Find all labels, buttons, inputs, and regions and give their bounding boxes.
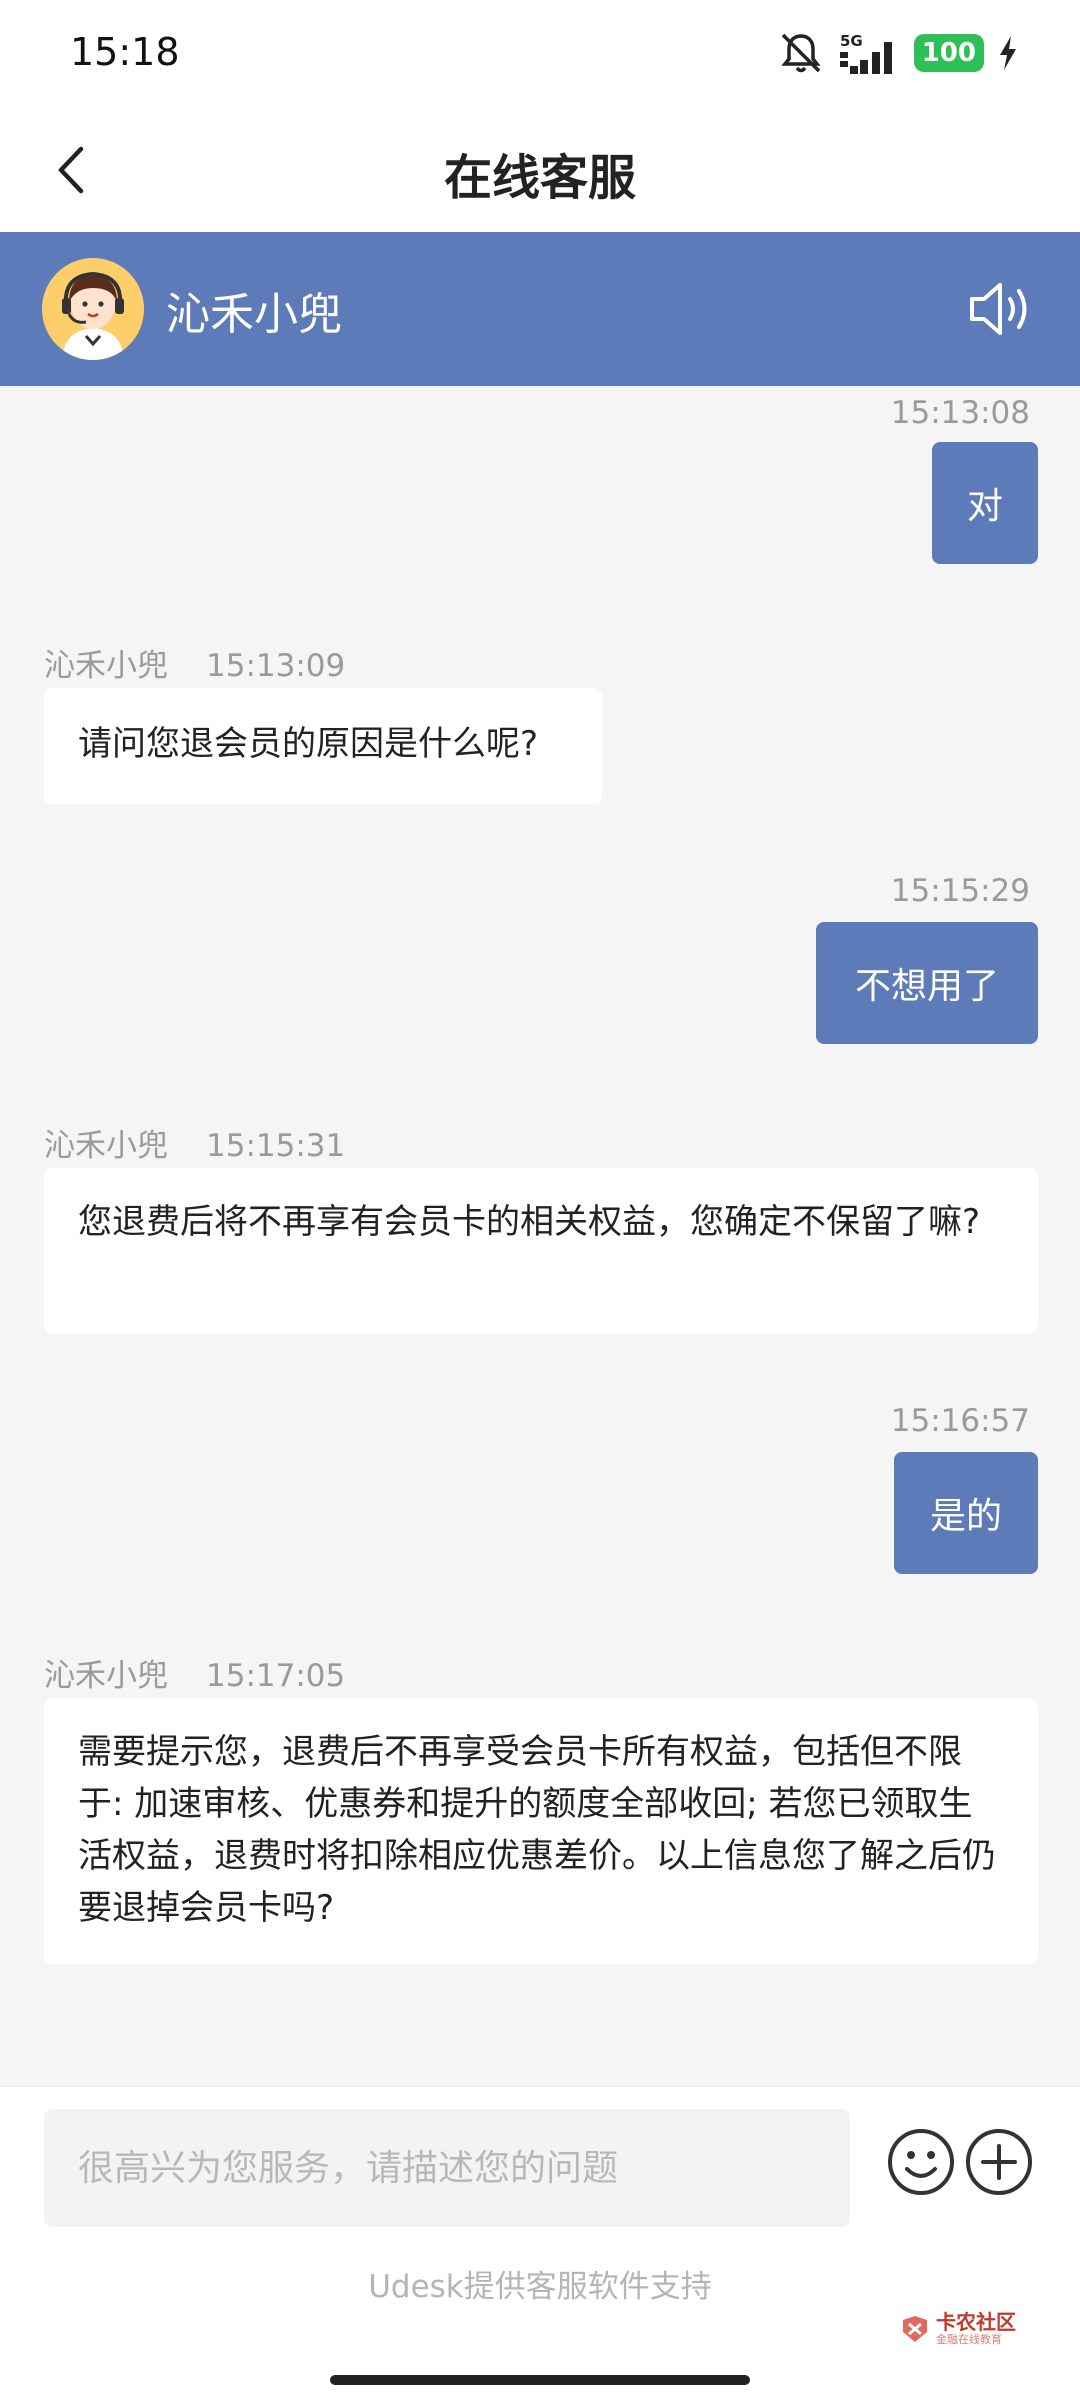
agent-message-name: 沁禾小兜 <box>44 1658 168 1694</box>
agent-name: 沁禾小兜 <box>166 289 342 340</box>
message-time: 15:13:09 <box>206 648 346 684</box>
emoji-icon <box>888 2129 954 2195</box>
agent-message-meta: 沁禾小兜 15:15:31 <box>44 1120 345 1165</box>
message-time: 15:15:31 <box>206 1128 346 1164</box>
signal-icon: 5G <box>839 32 892 74</box>
message-time: 15:13:08 <box>890 395 1030 431</box>
speaker-icon <box>970 283 1027 335</box>
agent-avatar-icon <box>42 258 144 360</box>
input-area: Udesk提供客服软件支持 卡农社区 金融在线教育 <box>0 2086 1080 2400</box>
footer-note: Udesk提供客服软件支持 <box>368 2269 712 2305</box>
more-options-button[interactable] <box>964 2127 1034 2197</box>
agent-avatar <box>42 258 144 360</box>
charging-bolt-icon <box>1000 36 1016 70</box>
message-time: 15:15:29 <box>890 873 1030 909</box>
emoji-button[interactable] <box>886 2127 956 2197</box>
status-icons: 5G 100 <box>778 30 1018 76</box>
status-bar: 15:18 5G 100 <box>0 0 1080 108</box>
bell-off-icon <box>781 33 821 73</box>
agent-message-meta: 沁禾小兜 15:13:09 <box>44 640 345 685</box>
speaker-button[interactable] <box>966 274 1036 344</box>
watermark-sub-text: 金融在线教育 <box>936 2333 1002 2346</box>
agent-header: 沁禾小兜 <box>0 232 1080 386</box>
agent-message-bubble: 需要提示您，退费后不再享受会员卡所有权益，包括但不限于: 加速审核、优惠券和提升… <box>44 1698 1038 1964</box>
message-time: 15:16:57 <box>890 1403 1030 1439</box>
battery-indicator: 100 <box>913 34 984 72</box>
agent-message-meta: 沁禾小兜 15:17:05 <box>44 1650 345 1695</box>
watermark: 卡农社区 金融在线教育 <box>900 2311 1016 2347</box>
watermark-logo-icon <box>903 2316 927 2342</box>
plus-icon <box>966 2129 1032 2195</box>
user-message-bubble: 对 <box>932 442 1038 564</box>
message-input[interactable] <box>44 2109 850 2227</box>
agent-message-bubble: 您退费后将不再享有会员卡的相关权益，您确定不保留了嘛? <box>44 1168 1038 1334</box>
page-title: 在线客服 <box>443 150 636 206</box>
agent-message-bubble: 请问您退会员的原因是什么呢? <box>44 688 602 804</box>
message-time: 15:17:05 <box>206 1658 346 1694</box>
user-message-bubble: 不想用了 <box>816 922 1038 1044</box>
agent-message-name: 沁禾小兜 <box>44 1128 168 1164</box>
title-bar: 在线客服 <box>0 108 1080 232</box>
agent-message-name: 沁禾小兜 <box>44 648 168 684</box>
home-indicator[interactable] <box>330 2375 750 2385</box>
user-message-bubble: 是的 <box>894 1452 1038 1574</box>
status-time: 15:18 <box>70 30 180 74</box>
watermark-main-text: 卡农社区 <box>936 2310 1016 2334</box>
network-label: 5G <box>840 32 863 50</box>
